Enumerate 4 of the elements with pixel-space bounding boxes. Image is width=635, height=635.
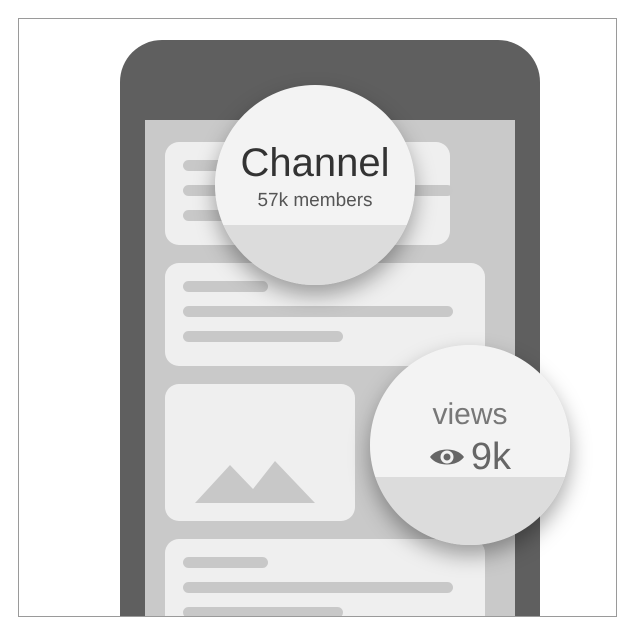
- views-count: 9k: [470, 436, 512, 478]
- member-count: 57k members: [257, 190, 373, 212]
- views-label: views: [432, 398, 508, 432]
- channel-title: Channel: [240, 140, 390, 186]
